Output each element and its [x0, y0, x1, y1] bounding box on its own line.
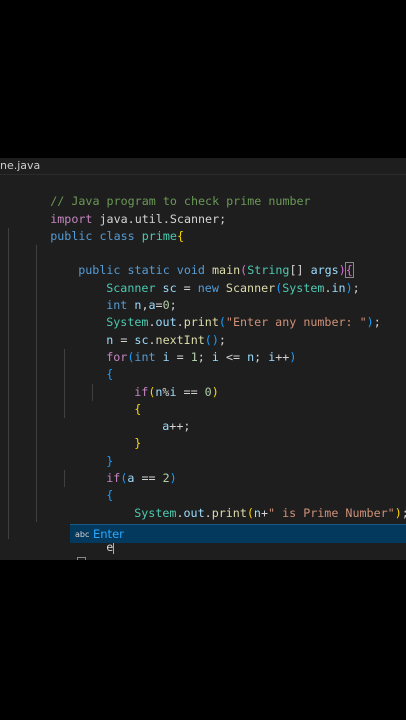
code-line: Scanner sc = new Scanner(System.in); [0, 245, 406, 295]
code-line: } [0, 487, 406, 537]
tab-bar: ne.java [0, 158, 406, 175]
code-area[interactable]: // Java program to check prime number im… [0, 176, 406, 560]
code-line: { [0, 366, 406, 416]
code-line: { [0, 452, 406, 502]
code-editor[interactable]: ne.java // Java program to check prime n… [0, 158, 406, 560]
text-word-icon: abc [75, 529, 90, 539]
code-line: n = sc.nextInt(); [0, 297, 406, 347]
code-line-active[interactable]: e [0, 504, 406, 555]
code-line: for(int i = 1; i <= n; i++) [0, 314, 406, 364]
code-line: import java.util.Scanner; [50, 211, 227, 226]
code-line: public static void main(String[] args){ [0, 227, 406, 279]
tab-file[interactable]: ne.java [0, 158, 47, 174]
code-line: { [0, 331, 406, 381]
suggestion-item-enter[interactable]: abc Enter [70, 524, 406, 543]
code-line: if(a == 2) [0, 435, 406, 485]
code-line: // Java program to check prime number [0, 176, 406, 208]
code-line: if(n%i == 0) [0, 348, 406, 399]
code-line: } [0, 418, 406, 468]
code-line: System.out.print("Enter any number: "); [0, 279, 406, 329]
code-line: a++; [0, 383, 406, 433]
code-line: } [0, 400, 406, 450]
suggestion-label: Enter [93, 527, 124, 541]
code-line: System.out.print(n+" is Prime Number"); [0, 470, 406, 520]
code-line: public class prime{ [50, 228, 184, 243]
code-line: int n,a=0; [0, 262, 406, 312]
